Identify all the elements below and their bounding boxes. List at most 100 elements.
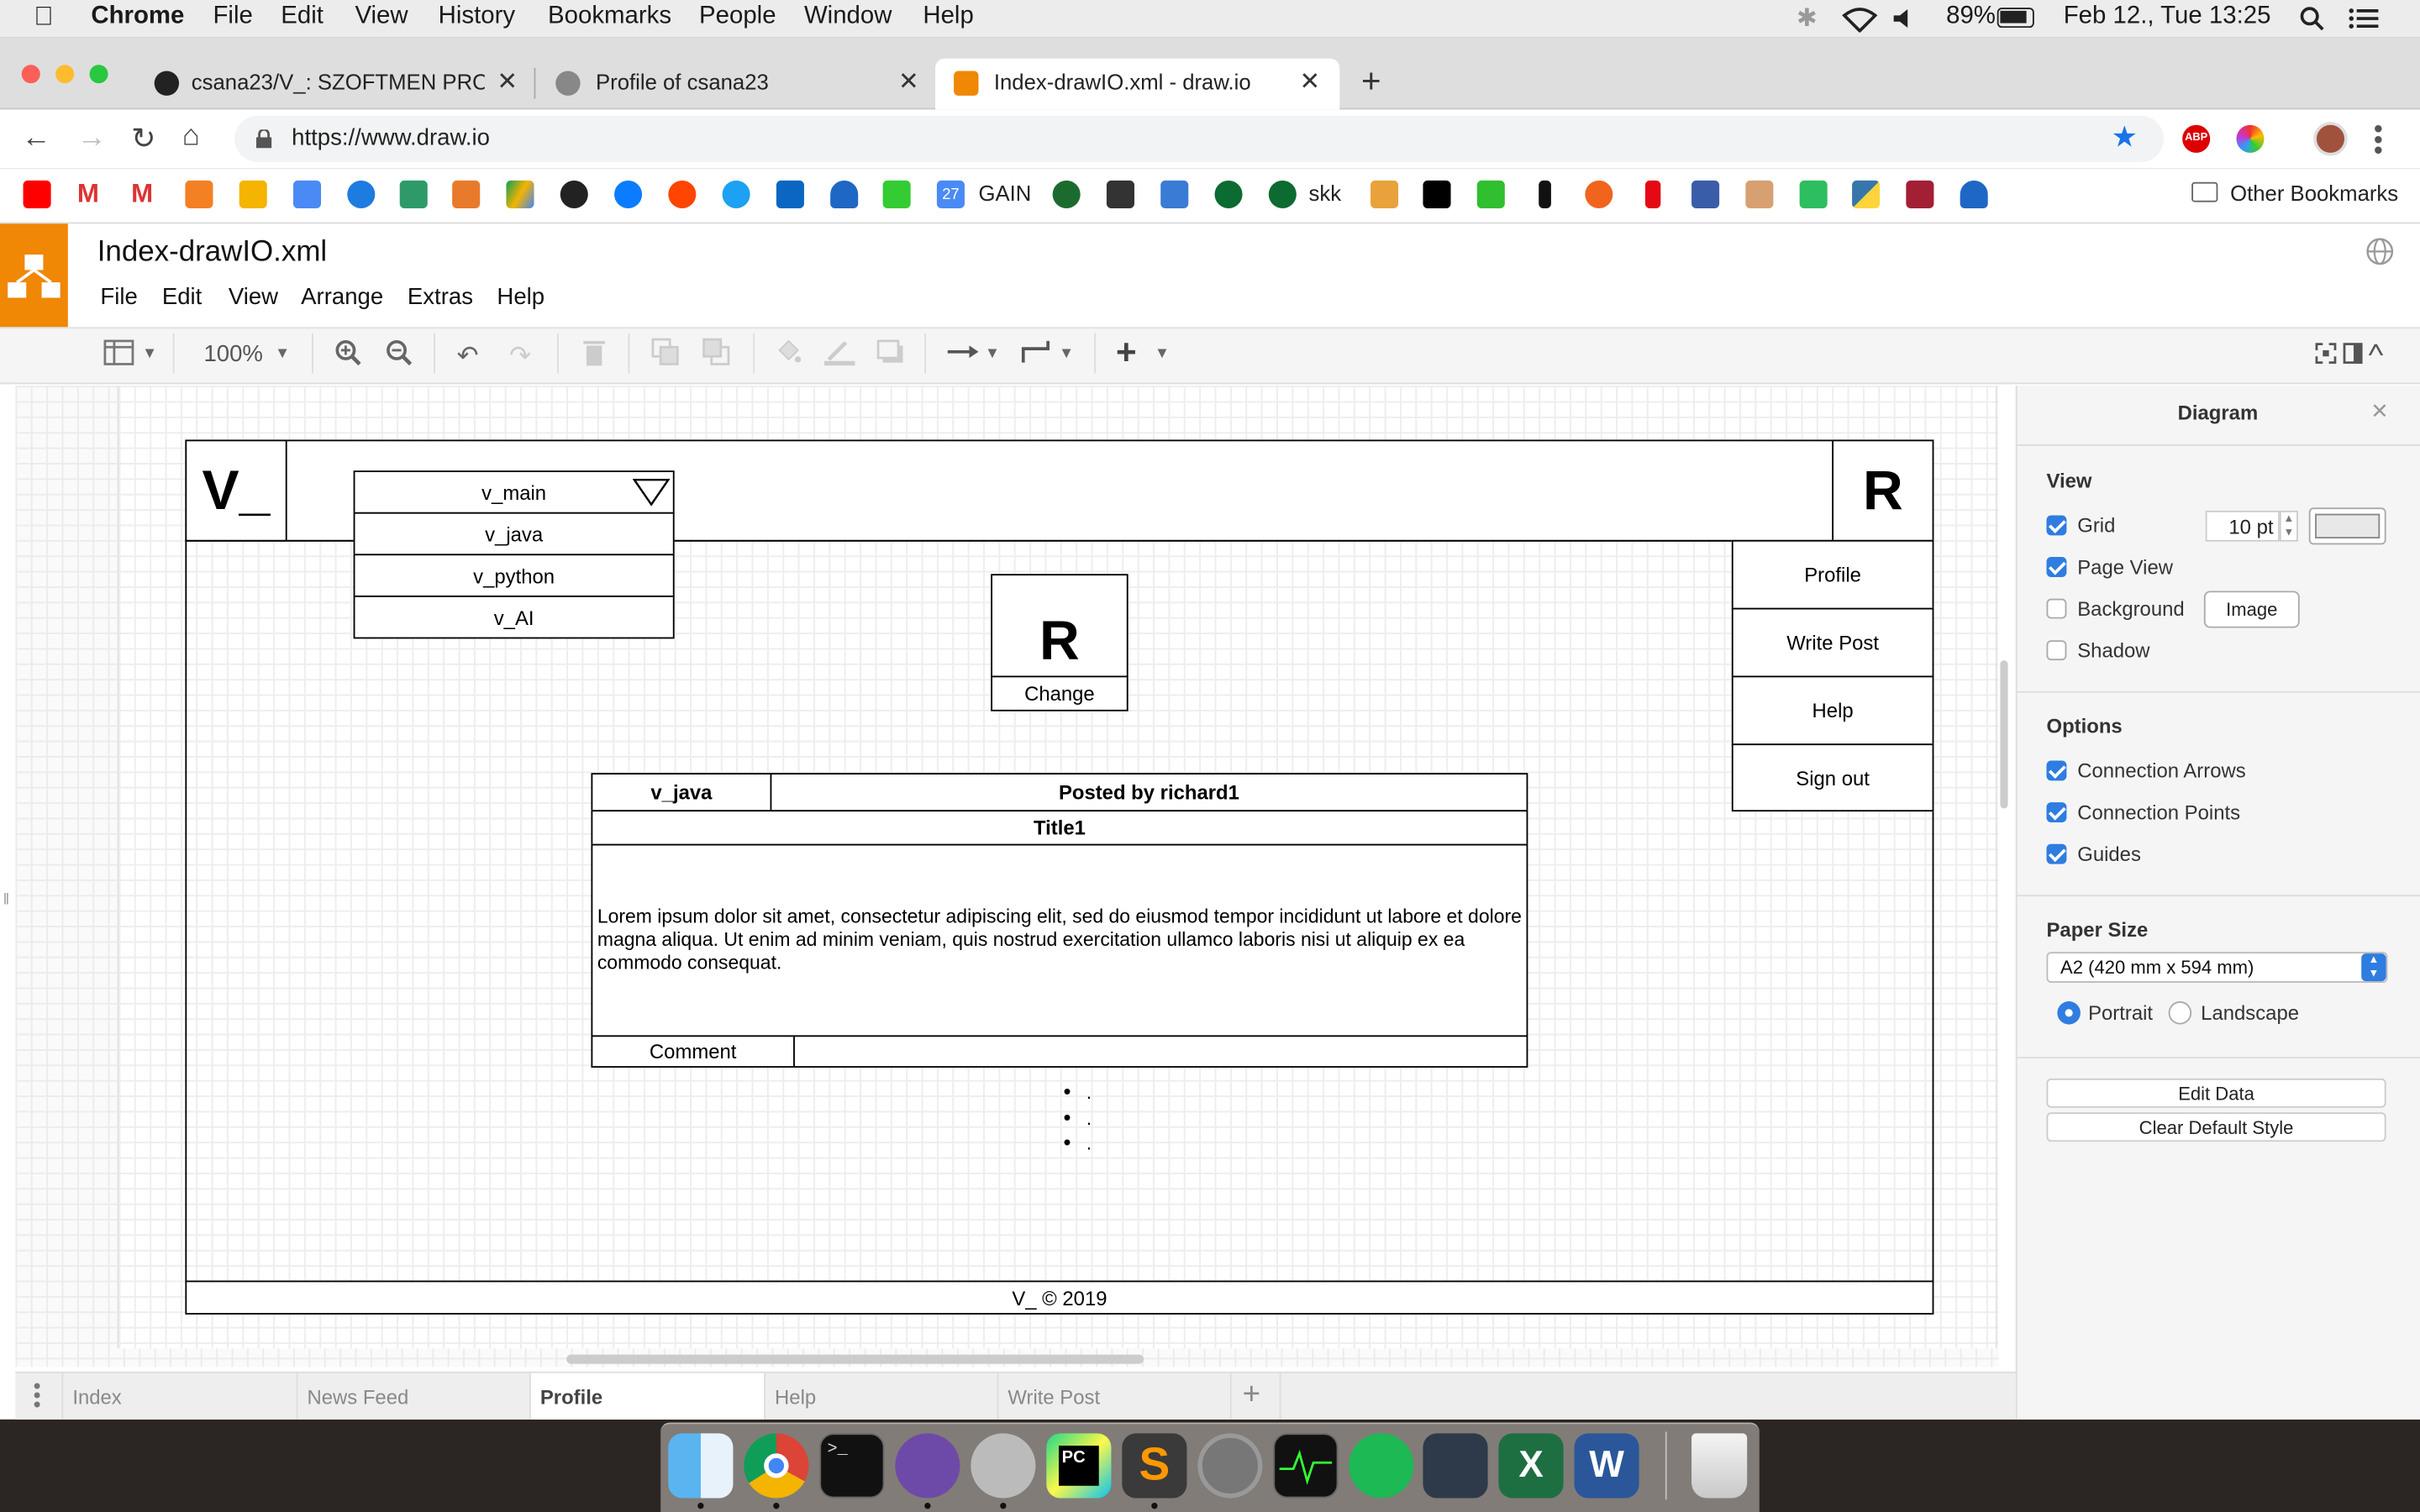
onedrive-icon[interactable] <box>1960 180 1988 208</box>
chevron-down-icon[interactable]: ▼ <box>1155 345 1170 362</box>
soe-icon[interactable] <box>1268 180 1297 208</box>
bookmark-icon[interactable] <box>1052 180 1081 208</box>
trash-icon[interactable] <box>1691 1433 1748 1499</box>
bookmark-icon[interactable] <box>1476 180 1505 208</box>
connection-style-icon[interactable] <box>946 343 980 361</box>
activity-monitor-icon[interactable] <box>1273 1433 1339 1499</box>
tab-github-repo[interactable]: csana23/V_: SZOFTMEN PROJEKT ✕ <box>129 59 534 110</box>
chevron-down-icon[interactable]: ▼ <box>1059 345 1074 362</box>
close-icon[interactable]: ✕ <box>898 66 919 97</box>
bookmark-icon[interactable] <box>1370 180 1399 208</box>
insert-plus-icon[interactable]: + <box>1116 332 1137 374</box>
redo-icon[interactable]: ↷ <box>509 341 531 372</box>
fill-color-icon[interactable] <box>775 338 802 365</box>
reload-icon[interactable]: ↻ <box>131 122 155 157</box>
horizontal-scrollbar-thumb[interactable] <box>566 1354 1144 1364</box>
reddit-icon[interactable] <box>668 180 697 208</box>
select-chevron-icon[interactable]: ▲ ▼ <box>2361 953 2386 982</box>
address-bar[interactable]: https://www.draw.io ★ <box>234 115 2165 162</box>
side-menu-sign-out[interactable]: Sign out <box>1731 743 1934 812</box>
grid-size-input[interactable]: 10 pt <box>2205 510 2280 542</box>
file-title[interactable]: Index-drawIO.xml <box>97 236 327 270</box>
menu-window[interactable]: Window <box>804 3 892 31</box>
to-front-icon[interactable] <box>651 338 679 365</box>
wifi-icon[interactable] <box>1841 6 1878 33</box>
line-color-icon[interactable] <box>823 338 855 366</box>
comment-input[interactable] <box>793 1035 1528 1068</box>
page-tab-profile-active[interactable]: Profile <box>529 1373 765 1420</box>
menu-help[interactable]: Help <box>923 3 973 31</box>
side-menu-write-post[interactable]: Write Post <box>1731 607 1934 678</box>
mit-ocw-icon[interactable] <box>1906 180 1934 208</box>
spotlight-icon[interactable] <box>2300 6 2324 31</box>
volume-icon[interactable] <box>1892 8 1917 29</box>
drawio-menu-arrange[interactable]: Arrange <box>301 284 383 310</box>
page-tab-write-post[interactable]: Write Post <box>997 1373 1230 1420</box>
sidebar-resize-handle[interactable]: ‖ <box>3 892 10 909</box>
vertical-scrollbar-thumb[interactable] <box>2000 660 2008 809</box>
messenger-icon[interactable] <box>614 180 643 208</box>
finder-icon[interactable] <box>668 1433 734 1499</box>
background-checkbox[interactable] <box>2046 598 2067 619</box>
menu-people[interactable]: People <box>699 3 776 31</box>
clear-default-style-button[interactable]: Clear Default Style <box>2046 1112 2386 1142</box>
language-globe-icon[interactable] <box>2366 238 2394 265</box>
dropdown-item-java[interactable]: v_java <box>353 512 675 556</box>
format-panel-toggle-icon[interactable] <box>103 339 134 365</box>
excel-icon[interactable]: X <box>1498 1433 1564 1499</box>
google-drive-icon[interactable] <box>506 180 534 208</box>
chrome-icon[interactable] <box>744 1433 809 1499</box>
chevron-down-icon[interactable]: ▼ <box>275 345 290 362</box>
back-icon[interactable]: ← <box>22 122 51 155</box>
onedrive-icon[interactable] <box>830 180 859 208</box>
connection-arrows-checkbox[interactable] <box>2046 760 2067 781</box>
zoom-in-icon[interactable] <box>335 339 363 367</box>
evernote-icon[interactable] <box>1799 180 1828 208</box>
kindle-icon[interactable] <box>1423 1433 1488 1499</box>
dropdown-triangle-icon[interactable] <box>633 478 671 507</box>
menu-history[interactable]: History <box>439 3 515 31</box>
dropdown-item-python[interactable]: v_python <box>353 554 675 597</box>
bookmark-icon[interactable] <box>1585 180 1613 208</box>
bullet-list[interactable]: • . • . • . <box>1064 1079 1092 1157</box>
format-panel-icon[interactable] <box>2343 343 2363 365</box>
post-category[interactable]: v_java <box>591 773 772 812</box>
fullscreen-icon[interactable] <box>2315 343 2337 365</box>
bookmark-icon[interactable] <box>1106 180 1134 208</box>
forward-icon[interactable]: → <box>77 122 107 155</box>
menu-bookmarks[interactable]: Bookmarks <box>548 3 671 31</box>
terminal-icon[interactable]: >_ <box>819 1433 885 1499</box>
contacts-icon[interactable] <box>452 180 481 208</box>
zoom-select[interactable]: 100% <box>203 341 262 367</box>
chevron-down-icon[interactable]: ▼ <box>142 345 157 362</box>
logo-box[interactable]: V_ <box>185 439 287 542</box>
bookmark-icon[interactable] <box>1745 180 1774 208</box>
dropdown-item-ai[interactable]: v_AI <box>353 595 675 639</box>
grid-size-stepper[interactable]: ▲ ▼ <box>2279 510 2298 542</box>
drawio-menu-view[interactable]: View <box>229 284 278 310</box>
spotify-icon[interactable] <box>1349 1433 1414 1499</box>
twitter-icon[interactable] <box>722 180 750 208</box>
keep-icon[interactable] <box>239 180 267 208</box>
github-desktop-icon[interactable] <box>895 1433 960 1499</box>
profile-picture[interactable]: R <box>991 574 1128 678</box>
waypoints-icon[interactable] <box>1020 338 1054 365</box>
footer-bar[interactable]: V_ © 2019 <box>185 1280 1934 1315</box>
change-picture-button[interactable]: Change <box>991 675 1128 711</box>
to-back-icon[interactable] <box>702 338 730 365</box>
page-tab-news-feed[interactable]: News Feed <box>296 1373 529 1420</box>
shadow-icon[interactable] <box>876 339 904 364</box>
other-bookmarks[interactable]: Other Bookmarks <box>2230 181 2398 205</box>
add-page-icon[interactable]: + <box>1243 1378 1260 1413</box>
netflix-icon[interactable] <box>1644 180 1661 208</box>
page-tab-index[interactable]: Index <box>61 1373 296 1420</box>
dropdown-item-main[interactable]: v_main <box>353 470 675 514</box>
word-icon[interactable]: W <box>1574 1433 1639 1499</box>
github-icon[interactable] <box>560 180 588 208</box>
bookmark-icon[interactable] <box>1691 180 1720 208</box>
landscape-radio[interactable] <box>2168 1001 2192 1025</box>
delete-icon[interactable] <box>581 338 606 367</box>
post-title[interactable]: Title1 <box>591 810 1528 846</box>
comment-label[interactable]: Comment <box>591 1035 795 1068</box>
undo-icon[interactable]: ↶ <box>457 341 479 372</box>
